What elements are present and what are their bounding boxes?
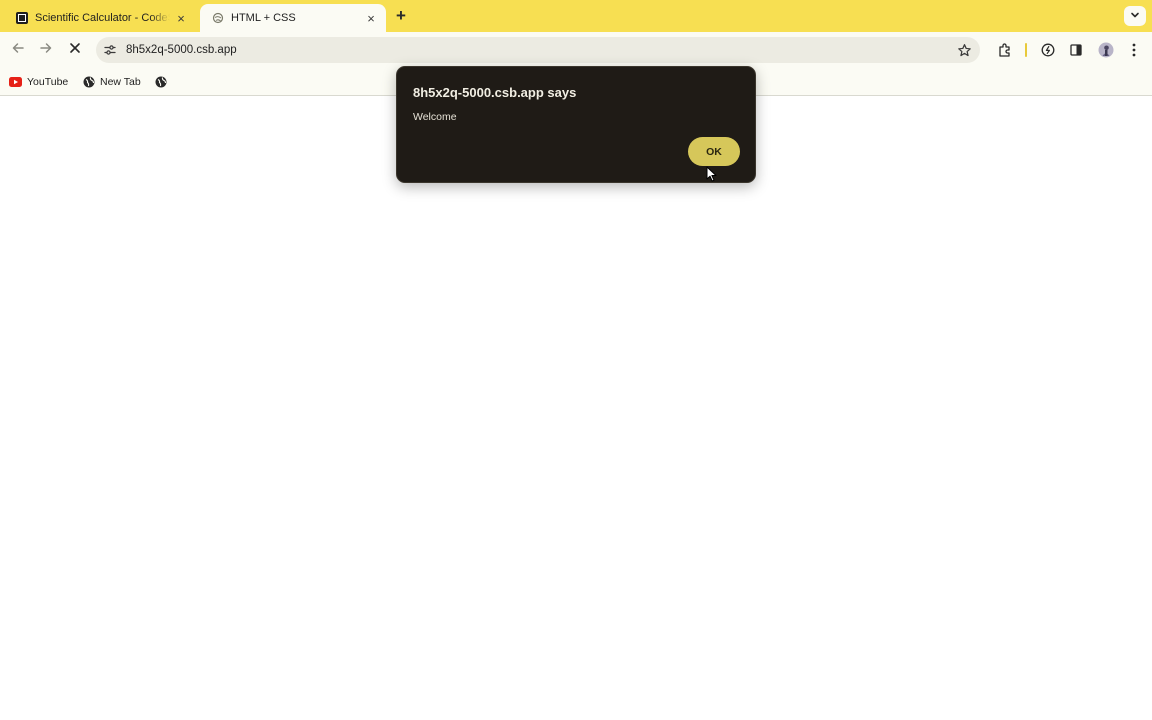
alert-dialog: 8h5x2q-5000.csb.app says Welcome OK: [396, 66, 756, 183]
tab-title: HTML + CSS: [231, 12, 296, 24]
tab-search-button[interactable]: [1124, 6, 1146, 26]
codesandbox-icon: [16, 12, 28, 24]
profile-avatar-icon[interactable]: [1097, 41, 1115, 59]
tab-scientific-calculator[interactable]: Scientific Calculator - CodeSandbox ×: [4, 4, 196, 32]
new-tab-button[interactable]: +: [392, 6, 410, 25]
stop-loading-button[interactable]: [65, 40, 85, 60]
star-icon[interactable]: [956, 42, 972, 58]
bookmark-new-tab[interactable]: New Tab: [82, 74, 141, 90]
tab-close-icon[interactable]: ×: [174, 11, 188, 26]
globe-icon: [82, 76, 95, 89]
arrow-right-icon: [39, 41, 53, 60]
close-icon: [69, 41, 81, 59]
forward-button[interactable]: [36, 40, 56, 60]
mouse-cursor-icon: [706, 166, 718, 182]
address-bar[interactable]: 8h5x2q-5000.csb.app: [96, 37, 980, 63]
chevron-down-icon: [1130, 7, 1140, 25]
tab-html-css[interactable]: HTML + CSS ×: [200, 4, 386, 32]
page-content: [0, 97, 1152, 720]
toolbar-separator: [1025, 43, 1027, 57]
browser-toolbar: 8h5x2q-5000.csb.app: [0, 32, 1152, 68]
bookmark-label: New Tab: [100, 76, 141, 88]
ok-button[interactable]: OK: [688, 137, 740, 166]
dialog-message: Welcome: [413, 111, 457, 123]
bookmark-globe[interactable]: [154, 74, 172, 90]
tab-close-icon[interactable]: ×: [364, 11, 378, 26]
dialog-title: 8h5x2q-5000.csb.app says: [413, 85, 577, 100]
puzzle-icon[interactable]: [996, 41, 1014, 59]
side-panel-icon[interactable]: [1067, 41, 1085, 59]
kebab-menu-icon[interactable]: [1125, 41, 1143, 59]
bookmark-youtube[interactable]: YouTube: [9, 74, 68, 90]
tune-icon[interactable]: [102, 42, 118, 58]
back-button[interactable]: [8, 40, 28, 60]
arrow-left-icon: [11, 41, 25, 60]
globe-icon: [154, 76, 167, 89]
bookmark-label: YouTube: [27, 76, 69, 88]
youtube-icon: [9, 76, 22, 89]
tab-title: Scientific Calculator - CodeSandbox: [35, 12, 170, 24]
tab-strip: Scientific Calculator - CodeSandbox × HT…: [0, 0, 1152, 32]
loading-globe-icon: [212, 12, 224, 24]
performance-icon[interactable]: [1039, 41, 1057, 59]
url-text: 8h5x2q-5000.csb.app: [126, 44, 237, 56]
